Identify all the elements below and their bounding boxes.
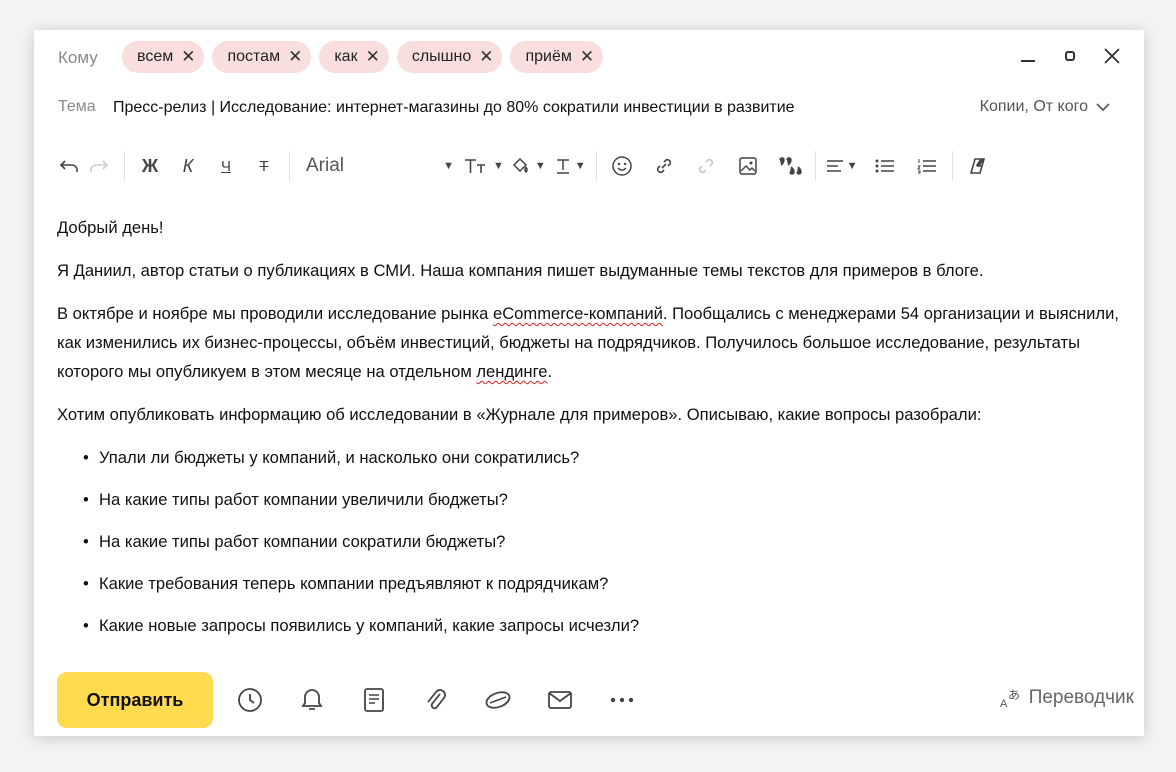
image-icon[interactable] bbox=[733, 150, 763, 182]
close-icon[interactable]: ✕ bbox=[580, 47, 594, 67]
format-toolbar: Ж К Ч Т Arial ▼ ▼ ▼ ▼ ▼ bbox=[54, 146, 1124, 186]
undo-icon[interactable] bbox=[54, 150, 84, 182]
toolbar-divider bbox=[814, 151, 816, 181]
redo-icon[interactable] bbox=[84, 150, 114, 182]
more-icon[interactable] bbox=[606, 684, 638, 716]
emoji-icon[interactable] bbox=[607, 150, 637, 182]
close-button[interactable] bbox=[1102, 44, 1122, 68]
window-controls bbox=[1018, 44, 1122, 68]
cc-from-label: Копии, От кого bbox=[979, 98, 1088, 115]
recipient-chip[interactable]: как ✕ bbox=[319, 41, 389, 73]
italic-button[interactable]: К bbox=[173, 150, 203, 182]
cc-from-toggle[interactable]: Копии, От кого bbox=[980, 98, 1110, 116]
send-button[interactable]: Отправить bbox=[57, 672, 213, 728]
close-icon[interactable]: ✕ bbox=[288, 47, 302, 67]
translator-label: Переводчик bbox=[1028, 687, 1134, 708]
recipient-name: как bbox=[334, 48, 358, 65]
toolbar-divider bbox=[289, 151, 290, 181]
disk-icon[interactable] bbox=[482, 684, 514, 716]
link-icon[interactable] bbox=[649, 150, 679, 182]
list-item: На какие типы работ компании увеличили б… bbox=[83, 485, 1127, 514]
clock-icon[interactable] bbox=[234, 684, 266, 716]
text-size-icon[interactable]: ▼ bbox=[464, 150, 504, 182]
questions-list: Упали ли бюджеты у компаний, и насколько… bbox=[57, 443, 1127, 640]
unlink-icon[interactable] bbox=[691, 150, 721, 182]
recipient-name: постам bbox=[227, 48, 281, 65]
recipient-chips: всем ✕ постам ✕ как ✕ слышно ✕ приём ✕ bbox=[122, 41, 604, 73]
recipient-chip[interactable]: слышно ✕ bbox=[396, 41, 503, 73]
bell-icon[interactable] bbox=[296, 684, 328, 716]
caret-down-icon: ▼ bbox=[534, 160, 546, 172]
underline-button[interactable]: Ч bbox=[211, 150, 241, 182]
caret-down-icon: ▼ bbox=[443, 160, 454, 172]
caret-down-icon: ▼ bbox=[846, 160, 858, 172]
publication-paragraph: Хотим опубликовать информацию об исследо… bbox=[57, 405, 982, 424]
list-item: Упали ли бюджеты у компаний, и насколько… bbox=[83, 443, 1127, 472]
recipient-name: всем bbox=[137, 48, 174, 65]
research-paragraph: В октябре и ноябре мы проводили исследов… bbox=[57, 304, 1119, 381]
close-icon[interactable]: ✕ bbox=[479, 47, 493, 67]
recipient-chip[interactable]: приём ✕ bbox=[510, 41, 604, 73]
subject-label: Тема bbox=[58, 98, 96, 115]
toolbar-divider bbox=[951, 151, 953, 181]
toolbar-divider bbox=[595, 151, 597, 181]
close-icon[interactable]: ✕ bbox=[181, 47, 195, 67]
attach-icon[interactable] bbox=[420, 684, 452, 716]
svg-text:あ: あ bbox=[1008, 688, 1020, 702]
minimize-button[interactable] bbox=[1018, 44, 1038, 68]
font-family-select[interactable]: Arial ▼ bbox=[300, 155, 460, 177]
recipient-name: слышно bbox=[411, 48, 472, 65]
template-icon[interactable] bbox=[358, 684, 390, 716]
caret-down-icon: ▼ bbox=[574, 160, 586, 172]
subject-input[interactable]: Пресс-релиз | Исследование: интернет-маг… bbox=[113, 99, 795, 117]
recipient-chip[interactable]: постам ✕ bbox=[212, 41, 312, 73]
text-color-icon[interactable]: ▼ bbox=[554, 150, 586, 182]
align-icon[interactable]: ▼ bbox=[826, 150, 858, 182]
compose-window: Кому всем ✕ постам ✕ как ✕ слышно ✕ приё… bbox=[34, 30, 1144, 736]
caret-down-icon: ▼ bbox=[493, 160, 504, 172]
font-family-value: Arial bbox=[306, 155, 345, 176]
chevron-down-icon bbox=[1096, 103, 1110, 112]
bullet-list-icon[interactable] bbox=[870, 150, 900, 182]
greeting-text: Добрый день! bbox=[57, 218, 164, 237]
numbered-list-icon[interactable] bbox=[912, 150, 942, 182]
intro-text: Я Даниил, автор статьи о публикациях в С… bbox=[57, 261, 984, 280]
message-body[interactable]: Добрый день! Я Даниил, автор статьи о пу… bbox=[57, 213, 1127, 653]
clear-format-icon[interactable] bbox=[963, 150, 993, 182]
bottom-actions bbox=[234, 684, 638, 716]
recipient-name: приём bbox=[525, 48, 572, 65]
recipient-chip[interactable]: всем ✕ bbox=[122, 41, 205, 73]
restore-button[interactable] bbox=[1060, 44, 1080, 68]
strikethrough-button[interactable]: Т bbox=[249, 150, 279, 182]
bold-button[interactable]: Ж bbox=[135, 150, 165, 182]
fill-color-icon[interactable]: ▼ bbox=[512, 150, 546, 182]
list-item: Какие новые запросы появились у компаний… bbox=[83, 611, 1127, 640]
misspelled-word: лендинге bbox=[476, 362, 548, 381]
translate-icon: Aあ bbox=[1000, 688, 1020, 709]
translator-button[interactable]: Aあ Переводчик bbox=[999, 687, 1134, 709]
list-item: Какие требования теперь компании предъяв… bbox=[83, 569, 1127, 598]
to-label: Кому bbox=[58, 48, 98, 67]
quote-icon[interactable] bbox=[775, 150, 805, 182]
misspelled-word: eCommerce-компаний bbox=[492, 304, 663, 323]
envelope-icon[interactable] bbox=[544, 684, 576, 716]
toolbar-divider bbox=[124, 151, 125, 181]
svg-text:A: A bbox=[1000, 698, 1008, 709]
list-item: На какие типы работ компании сократили б… bbox=[83, 527, 1127, 556]
recipients-row: Кому всем ✕ постам ✕ как ✕ слышно ✕ приё… bbox=[34, 30, 1144, 86]
close-icon[interactable]: ✕ bbox=[366, 47, 380, 67]
